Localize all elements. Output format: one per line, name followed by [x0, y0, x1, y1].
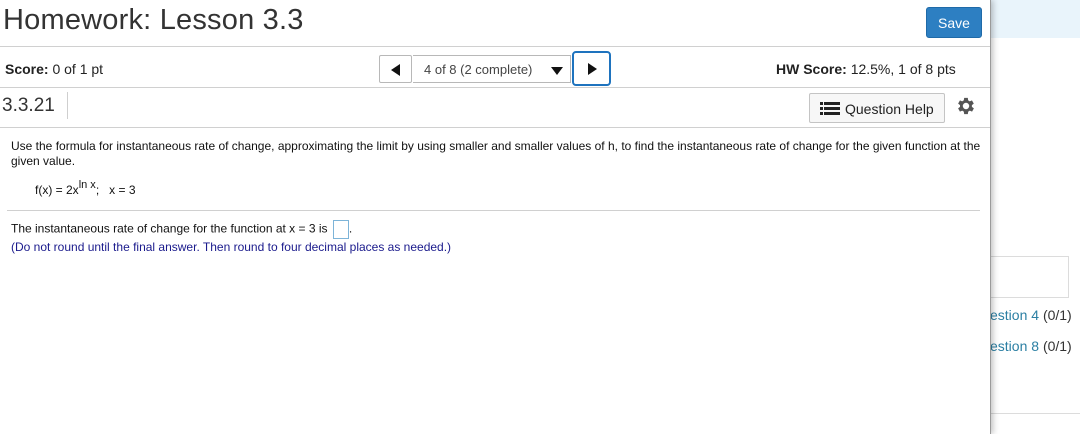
- question-divider: [7, 210, 980, 211]
- score-display: Score: 0 of 1 pt: [5, 61, 103, 77]
- side-question-link-label: estion 4: [990, 307, 1040, 323]
- triangle-right-icon: [588, 63, 597, 75]
- question-number: 3.3.21: [2, 95, 55, 116]
- score-label: Score:: [5, 61, 49, 77]
- question-number-separator: [67, 92, 68, 119]
- side-question-link-count: (0/1): [1042, 307, 1072, 323]
- formula-point: x = 3: [109, 183, 136, 197]
- homework-panel: Homework: Lesson 3.3 Save Score: 0 of 1 …: [0, 0, 991, 434]
- background-side-panel: estion 4 (0/1) estion 8 (0/1): [990, 0, 1080, 434]
- toolbar-divider: [0, 127, 990, 128]
- answer-input[interactable]: [332, 220, 349, 239]
- side-panel-box: [990, 256, 1069, 298]
- hw-score-value: 12.5%, 1 of 8 pts: [850, 61, 956, 77]
- formula-separator: ;: [95, 183, 100, 197]
- answer-line: The instantaneous rate of change for the…: [11, 220, 352, 239]
- answer-prefix: The instantaneous rate of change for the…: [11, 221, 328, 236]
- answer-suffix: .: [348, 221, 353, 236]
- caret-down-icon: [551, 67, 563, 75]
- side-question-link-count: (0/1): [1042, 338, 1072, 354]
- question-selector-value: 4 of 8 (2 complete): [424, 62, 533, 77]
- formula-lhs: f(x) = 2x: [35, 183, 79, 197]
- hw-score-display: HW Score: 12.5%, 1 of 8 pts: [776, 61, 956, 77]
- question-help-button[interactable]: Question Help: [809, 93, 945, 123]
- side-question-link-label: estion 8: [990, 338, 1040, 354]
- side-panel-divider: [990, 413, 1080, 414]
- score-divider: [0, 87, 990, 88]
- side-question-link-4[interactable]: estion 4 (0/1): [990, 307, 1072, 323]
- header-divider: [0, 46, 990, 47]
- hw-score-label: HW Score:: [776, 61, 847, 77]
- page-title: Homework: Lesson 3.3: [3, 4, 304, 36]
- function-formula: f(x) = 2xln x; x = 3: [35, 179, 136, 197]
- gear-icon[interactable]: [955, 95, 977, 117]
- side-panel-header-strip: [990, 0, 1080, 38]
- question-instructions: Use the formula for instantaneous rate o…: [11, 139, 981, 168]
- formula-exponent: ln x: [78, 179, 96, 191]
- previous-question-button[interactable]: [379, 55, 412, 83]
- question-help-label: Question Help: [845, 101, 934, 117]
- save-button[interactable]: Save: [926, 7, 982, 38]
- next-question-button[interactable]: [572, 51, 611, 86]
- side-question-link-8[interactable]: estion 8 (0/1): [990, 338, 1072, 354]
- score-value: 0 of 1 pt: [52, 61, 104, 77]
- list-icon: [820, 102, 840, 115]
- question-selector-dropdown[interactable]: 4 of 8 (2 complete): [413, 55, 571, 83]
- triangle-left-icon: [391, 64, 400, 76]
- rounding-hint: (Do not round until the final answer. Th…: [11, 240, 452, 254]
